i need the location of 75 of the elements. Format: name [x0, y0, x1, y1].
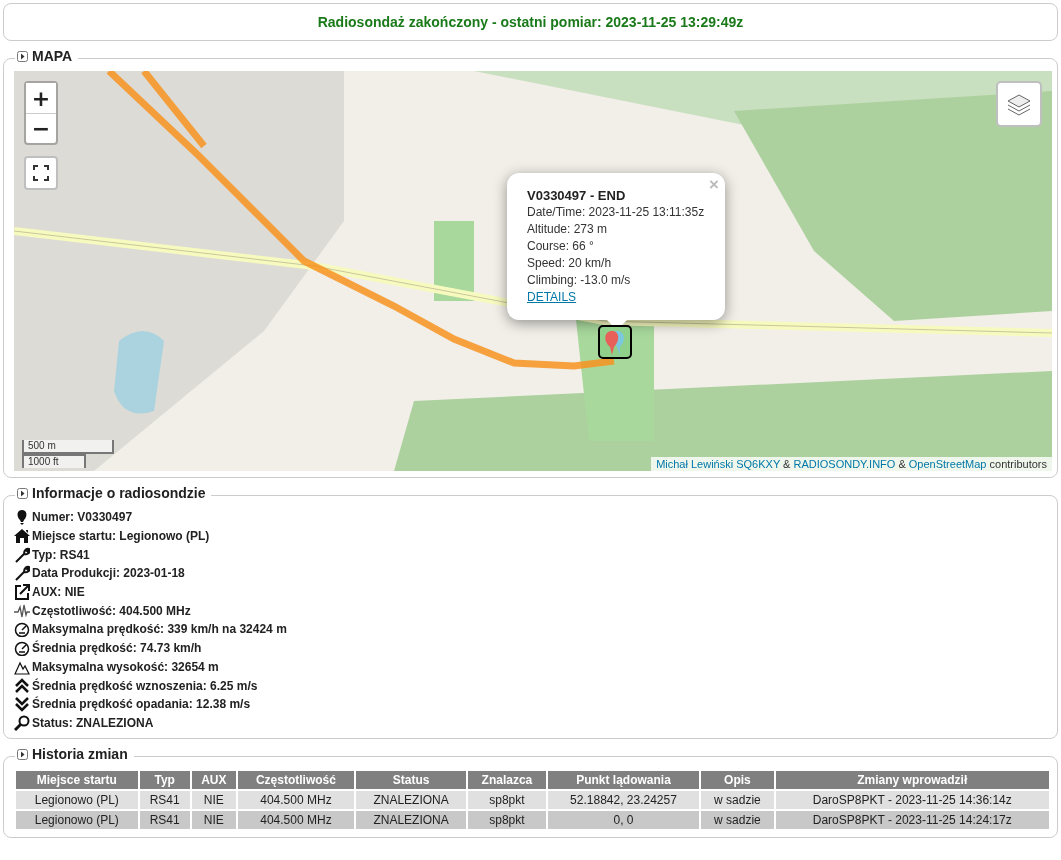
info-text: Data Produkcji: 2023-01-18 — [32, 566, 185, 581]
table-cell: sp8pkt — [468, 811, 546, 830]
info-text: Maksymalna prędkość: 339 km/h na 32424 m — [32, 622, 287, 637]
attribution-link[interactable]: OpenStreetMap — [908, 458, 987, 470]
toggle-icon[interactable] — [17, 50, 28, 62]
info-text: Maksymalna wysokość: 32654 m — [32, 659, 219, 674]
table-cell: RS41 — [139, 811, 190, 830]
popup-line: Speed: 20 km/h — [527, 255, 613, 272]
gauge-icon — [14, 621, 30, 638]
double-chevron-down-icon — [14, 696, 30, 713]
popup-line: Climbing: -13.0 m/s — [527, 272, 632, 289]
table-cell: ZNALEZIONA — [356, 811, 467, 830]
column-header: Znalazca — [468, 771, 546, 790]
table-cell: 404.500 MHz — [237, 811, 355, 830]
fullscreen-button[interactable] — [24, 156, 58, 190]
popup-title: V0330497 - END — [527, 187, 627, 204]
fullscreen-icon — [33, 165, 49, 181]
info-text: Średnia prędkość opadania: 12.38 m/s — [32, 697, 251, 712]
column-header: AUX — [191, 771, 236, 790]
external-link-icon — [14, 584, 30, 601]
table-cell: ZNALEZIONA — [356, 791, 467, 810]
table-cell: RS41 — [139, 791, 190, 810]
gauge-icon — [14, 640, 30, 657]
attribution-text: & — [782, 458, 792, 470]
info-text: Typ: RS41 — [32, 547, 90, 562]
layers-button[interactable] — [996, 81, 1042, 127]
table-cell: 52.18842, 23.24257 — [547, 791, 700, 810]
column-header: Zmiany wprowadził — [775, 771, 1049, 790]
toggle-icon[interactable] — [17, 748, 28, 760]
popup-line: Course: 66 ° — [527, 238, 595, 255]
toggle-icon[interactable] — [17, 487, 28, 499]
info-text: Status: ZNALEZIONA — [32, 715, 154, 730]
table-cell: w sadzie — [701, 791, 774, 810]
table-cell: NIE — [191, 791, 236, 810]
column-header: Status — [356, 771, 467, 790]
popup-line: Date/Time: 2023-11-25 13:11:35z — [527, 204, 705, 221]
details-link[interactable]: DETAILS — [527, 290, 577, 304]
section-title: Informacje o radiosondzie — [32, 485, 206, 501]
info-text: AUX: NIE — [32, 585, 85, 600]
popup-line: Altitude: 273 m — [527, 221, 609, 238]
attribution-text: & — [897, 458, 907, 470]
column-header: Typ — [139, 771, 190, 790]
zoom-in-button[interactable]: + — [26, 83, 56, 113]
table-cell: Legionowo (PL) — [16, 811, 138, 830]
table-cell: sp8pkt — [468, 791, 546, 810]
attribution-link[interactable]: RADIOSONDY.INFO — [793, 458, 896, 470]
table-cell: Legionowo (PL) — [16, 791, 138, 810]
table-cell: 404.500 MHz — [237, 791, 355, 810]
table-cell: DaroSP8PKT - 2023-11-25 14:24:17z — [775, 811, 1049, 830]
section-title: Historia zmian — [32, 746, 128, 763]
table-cell: NIE — [191, 811, 236, 830]
status-text: Radiosondaż zakończony - ostatni pomiar: 2023-11-25 13:29:49z — [317, 14, 744, 30]
home-icon — [14, 528, 30, 545]
info-text: Średnia prędkość: 74.73 km/h — [32, 641, 202, 656]
signal-wave-icon — [14, 602, 30, 619]
attribution-link[interactable]: Michał Lewiński SQ6KXY — [656, 458, 781, 470]
column-header: Częstotliwość — [237, 771, 355, 790]
column-header: Opis — [701, 771, 774, 790]
balloon-marker-icon — [598, 325, 632, 359]
scale-bar: 1000 ft — [22, 454, 86, 468]
table-cell: 0, 0 — [547, 811, 700, 830]
attribution-text: contributors — [988, 458, 1047, 470]
column-header: Punkt lądowania — [547, 771, 700, 790]
table-cell: w sadzie — [701, 811, 774, 830]
double-chevron-up-icon — [14, 677, 30, 694]
info-text: Numer: V0330497 — [32, 510, 133, 525]
table-cell: DaroSP8PKT - 2023-11-25 14:36:14z — [775, 791, 1049, 810]
search-icon — [14, 714, 30, 731]
scale-bar: 500 m — [22, 440, 114, 454]
info-text: Miejsce startu: Legionowo (PL) — [32, 529, 210, 544]
info-text: Częstotliwość: 404.500 MHz — [32, 603, 191, 618]
column-header: Miejsce startu — [16, 771, 138, 790]
info-text: Średnia prędkość wznoszenia: 6.25 m/s — [32, 678, 258, 693]
zoom-out-button[interactable]: − — [26, 113, 56, 143]
section-title: MAPA — [32, 48, 73, 64]
